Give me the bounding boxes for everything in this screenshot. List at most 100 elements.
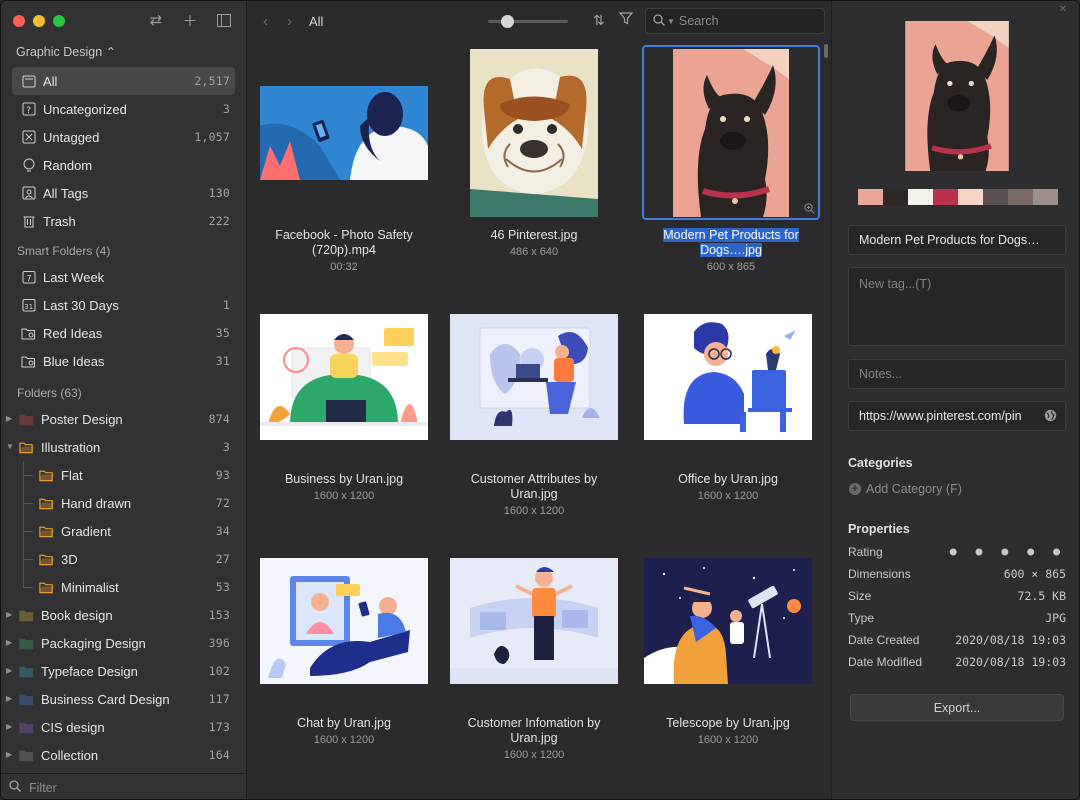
library-switcher[interactable]: Graphic Design ⌃	[16, 44, 116, 59]
tag-input[interactable]: New tag...(T)	[848, 267, 1066, 346]
folder-icon	[39, 468, 54, 483]
palette-swatch[interactable]	[908, 189, 933, 205]
grid-item[interactable]: 46 Pinterest.jpg 486 x 640	[445, 45, 623, 258]
palette-swatch[interactable]	[858, 189, 883, 205]
folder-item[interactable]: Gradient 34	[1, 517, 246, 545]
property-row: Date Created 2020/08/18 19:03	[848, 633, 1066, 647]
grid-item[interactable]: Telescope by Uran.jpg 1600 x 1200	[639, 533, 817, 746]
chevron-right-icon[interactable]: ▶	[6, 610, 14, 620]
palette-swatch[interactable]	[958, 189, 983, 205]
thumbnail-size-slider[interactable]	[488, 15, 568, 28]
sidebar-item-all[interactable]: All 2,517	[12, 67, 235, 95]
export-button[interactable]: Export...	[850, 694, 1064, 721]
grid-item[interactable]: Customer Attributes by Uran.jpg 1600 x 1…	[445, 289, 623, 517]
grid-item[interactable]: Customer Infomation by Uran.jpg 1600 x 1…	[445, 533, 623, 761]
item-name: Telescope by Uran.jpg	[666, 716, 790, 730]
zoom-in-icon[interactable]	[803, 203, 815, 215]
palette-swatch[interactable]	[883, 189, 908, 205]
property-value: 600 × 865	[1003, 567, 1066, 581]
notes-input[interactable]: Notes...	[848, 359, 1066, 389]
folder-item[interactable]: ▶ Poster Design 874	[1, 405, 246, 433]
swap-library-icon[interactable]: ⇄	[148, 11, 164, 29]
name-field[interactable]: Modern Pet Products for Dogs…	[848, 225, 1066, 255]
slider-knob[interactable]	[501, 15, 514, 28]
grid-item[interactable]: Business by Uran.jpg 1600 x 1200	[255, 289, 433, 502]
item-meta: 1600 x 1200	[697, 490, 759, 502]
toggle-sidebar-icon[interactable]	[216, 11, 232, 29]
add-icon[interactable]: ＋	[182, 11, 198, 30]
item-name: Office by Uran.jpg	[678, 472, 778, 486]
property-value: JPG	[1045, 611, 1066, 625]
thumbnail	[644, 557, 812, 684]
add-category-button[interactable]: + Add Category (F)	[849, 482, 962, 496]
folder-item[interactable]: ▶ Business Card Design 117	[1, 685, 246, 713]
folder-icon	[19, 608, 34, 623]
sort-icon[interactable]: ⇅	[593, 12, 605, 29]
sidebar-item-red-ideas[interactable]: Red Ideas 35	[1, 319, 246, 347]
item-name: 46 Pinterest.jpg	[490, 228, 578, 242]
back-icon[interactable]: ‹	[263, 13, 268, 30]
folder-item[interactable]: ▼ Illustration 3	[1, 433, 246, 461]
folder-item[interactable]: ▶ Collection 164	[1, 741, 246, 769]
folder-item[interactable]: Minimalist 53	[1, 573, 246, 601]
sidebar-item-last-30-days[interactable]: 31 Last 30 Days 1	[1, 291, 246, 319]
sidebar-item-last-week[interactable]: 7 Last Week	[1, 263, 246, 291]
folders-heading[interactable]: Folders (63)	[1, 379, 246, 405]
minimize-window-button[interactable]	[33, 15, 45, 27]
url-field[interactable]: https://www.pinterest.com/pin	[848, 401, 1066, 431]
chevron-right-icon[interactable]: ▶	[6, 638, 14, 648]
palette-swatch[interactable]	[1033, 189, 1058, 205]
sidebar-filter[interactable]: Filter	[1, 773, 246, 799]
grid-item[interactable]: Office by Uran.jpg 1600 x 1200	[639, 289, 817, 502]
sidebar-item-untagged[interactable]: Untagged 1,057	[1, 123, 246, 151]
sidebar-item-random[interactable]: Random	[1, 151, 246, 179]
sidebar-item-blue-ideas[interactable]: Blue Ideas 31	[1, 347, 246, 375]
close-window-button[interactable]	[13, 15, 25, 27]
search-icon	[9, 780, 21, 795]
sidebar-item-all-tags[interactable]: All Tags 130	[1, 179, 246, 207]
folder-item[interactable]: ▶ Typeface Design 102	[1, 657, 246, 685]
filter-input[interactable]: Filter	[29, 781, 57, 795]
grid-item[interactable]: Facebook - Photo Safety (720p).mp4 00:32	[255, 45, 433, 273]
folder-item[interactable]: Hand drawn 72	[1, 489, 246, 517]
search-field[interactable]: ▼ Search	[645, 8, 825, 34]
globe-icon[interactable]	[1044, 409, 1057, 425]
preview-image[interactable]	[905, 21, 1009, 171]
chevron-down-icon[interactable]: ▼	[6, 442, 14, 452]
close-inspector-icon[interactable]: ✕	[1059, 4, 1067, 15]
filter-icon[interactable]	[618, 12, 634, 28]
chevron-right-icon[interactable]: ▶	[6, 666, 14, 676]
folder-item[interactable]: 3D 27	[1, 545, 246, 573]
grid-item-selected[interactable]: Modern Pet Products for Dogs….jpg 600 x …	[642, 45, 820, 273]
rating-stars[interactable]: ● ● ● ● ●	[950, 545, 1066, 559]
chevron-right-icon[interactable]: ▶	[6, 750, 14, 760]
folder-item[interactable]: ▶ CIS design 173	[1, 713, 246, 741]
palette-swatch[interactable]	[933, 189, 958, 205]
property-value: 2020/08/18 19:03	[955, 655, 1066, 669]
palette-swatch[interactable]	[1008, 189, 1033, 205]
grid-scrollbar[interactable]	[824, 44, 828, 58]
item-meta: 1600 x 1200	[313, 490, 375, 502]
sidebar-item-trash[interactable]: Trash 222	[1, 207, 246, 235]
uncategorized-icon: ?	[21, 102, 36, 117]
app-window: ⇄ ＋ Graphic Design ⌃ All 2,517 ? Uncateg…	[0, 0, 1080, 800]
smart-folders-heading[interactable]: Smart Folders (4)	[1, 237, 246, 263]
chevron-down-icon[interactable]: ▼	[667, 17, 675, 26]
forward-icon[interactable]: ›	[287, 13, 292, 30]
folder-item[interactable]: Flat 93	[1, 461, 246, 489]
item-meta: 486 x 640	[509, 246, 559, 258]
folder-item[interactable]: ▶ Packaging Design 396	[1, 629, 246, 657]
breadcrumb: All	[309, 14, 324, 29]
palette-swatch[interactable]	[983, 189, 1008, 205]
zoom-window-button[interactable]	[53, 15, 65, 27]
chevron-right-icon[interactable]: ▶	[6, 694, 14, 704]
chevron-right-icon[interactable]: ▶	[6, 414, 14, 424]
smart-folder-icon	[21, 326, 36, 341]
search-input[interactable]: Search	[679, 14, 719, 28]
grid-item[interactable]: Chat by Uran.jpg 1600 x 1200	[255, 533, 433, 746]
folder-item[interactable]: ▶ Book design 153	[1, 601, 246, 629]
sidebar-item-uncategorized[interactable]: ? Uncategorized 3	[1, 95, 246, 123]
folder-icon	[39, 580, 54, 595]
thumbnail	[260, 85, 428, 180]
chevron-right-icon[interactable]: ▶	[6, 722, 14, 732]
